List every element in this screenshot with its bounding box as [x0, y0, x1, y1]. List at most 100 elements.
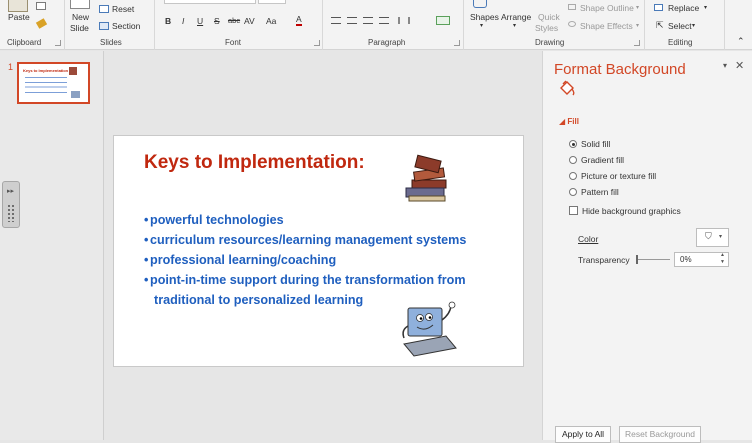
transparency-input[interactable]: 0% ▲ ▼: [674, 252, 729, 267]
checkbox-icon: [569, 206, 578, 215]
font-size-box[interactable]: [258, 0, 286, 4]
paragraph-launcher-icon[interactable]: [454, 40, 460, 46]
divider: [724, 0, 725, 50]
ribbon: Paste Clipboard New Slide Reset Section …: [0, 0, 752, 50]
apply-to-all-button[interactable]: Apply to All: [555, 426, 611, 443]
justify-icon[interactable]: [379, 17, 389, 24]
radio-selected-icon: [569, 140, 577, 148]
slide-bullet-3[interactable]: • professional learning/coaching: [144, 253, 336, 267]
section-icon: [99, 22, 109, 30]
arrange-button[interactable]: Arrange: [501, 12, 531, 22]
divider: [463, 0, 464, 50]
spin-up-icon[interactable]: ▲: [720, 252, 725, 258]
paste-button[interactable]: Paste: [8, 12, 30, 22]
align-left-icon[interactable]: [331, 17, 341, 24]
columns-icon[interactable]: [398, 17, 410, 24]
font-color-button[interactable]: A: [296, 15, 302, 26]
shapes-button[interactable]: Shapes: [470, 12, 499, 22]
slide-bullet-1[interactable]: • powerful technologies: [144, 213, 284, 227]
spin-down-icon[interactable]: ▼: [720, 259, 725, 265]
slide-thumbnail[interactable]: Keys to Implementation: [17, 62, 90, 104]
shapes-dropdown-icon[interactable]: ▾: [480, 22, 483, 29]
align-center-icon[interactable]: [347, 17, 357, 24]
quick-styles-label-1[interactable]: Quick: [538, 12, 560, 22]
slide-bullet-4-continuation[interactable]: traditional to personalized learning: [154, 293, 363, 307]
drawing-launcher-icon[interactable]: [634, 40, 640, 46]
reset-background-button[interactable]: Reset Background: [619, 426, 701, 443]
drawing-group-label: Drawing: [535, 38, 565, 47]
underline-button[interactable]: U: [197, 16, 203, 26]
replace-icon: [654, 4, 663, 11]
section-button[interactable]: Section: [112, 21, 140, 31]
grip-icon: [7, 204, 15, 222]
shape-effects-button[interactable]: Shape Effects: [580, 21, 633, 31]
color-dropdown-icon: ▾: [719, 234, 723, 240]
italic-button[interactable]: I: [182, 16, 184, 26]
new-slide-label-1[interactable]: New: [72, 12, 89, 22]
font-launcher-icon[interactable]: [314, 40, 320, 46]
change-case-button[interactable]: Aa: [266, 16, 276, 26]
pane-collapse-handle[interactable]: ▸▸: [2, 181, 20, 228]
transparency-label: Transparency: [578, 255, 630, 265]
solid-fill-label: Solid fill: [581, 139, 611, 149]
text-shadow-button[interactable]: abc: [228, 16, 240, 25]
quick-styles-label-2[interactable]: Styles: [535, 23, 558, 33]
shapes-icon[interactable]: [473, 0, 487, 8]
slide-bullet-4[interactable]: • point-in-time support during the transf…: [144, 273, 466, 287]
shape-outline-dropdown-icon[interactable]: ▾: [636, 4, 639, 11]
pattern-fill-radio[interactable]: Pattern fill: [569, 187, 619, 197]
laptop-mascot-clipart-icon[interactable]: [398, 300, 462, 358]
font-group-label: Font: [225, 38, 242, 47]
paragraph-group-label: Paragraph: [368, 38, 406, 47]
transparency-slider-handle[interactable]: [636, 255, 638, 264]
color-label: Color: [578, 234, 599, 244]
shape-effects-dropdown-icon[interactable]: ▾: [636, 22, 639, 29]
thumbnail-text-lines: [25, 77, 67, 93]
arrange-dropdown-icon[interactable]: ▾: [513, 22, 516, 29]
solid-fill-radio[interactable]: Solid fill: [569, 139, 610, 149]
collapse-ribbon-icon[interactable]: ⌃: [737, 36, 745, 47]
select-cursor-icon: ⇱: [656, 20, 664, 30]
hide-background-graphics-checkbox[interactable]: Hide background graphics: [569, 206, 681, 216]
slide[interactable]: Keys to Implementation: • powerful techno…: [113, 135, 524, 367]
picture-fill-radio[interactable]: Picture or texture fill: [569, 171, 656, 181]
clipboard-launcher-icon[interactable]: [55, 40, 61, 46]
bold-button[interactable]: B: [165, 16, 171, 26]
select-dropdown-icon[interactable]: ▾: [692, 22, 695, 29]
close-icon[interactable]: ✕: [735, 59, 744, 72]
align-right-icon[interactable]: [363, 17, 373, 24]
reset-button[interactable]: Reset: [112, 4, 134, 14]
font-name-box[interactable]: [164, 0, 256, 4]
slides-group-label: Slides: [100, 38, 122, 47]
new-slide-label-2[interactable]: Slide: [70, 23, 89, 33]
slide-title[interactable]: Keys to Implementation:: [144, 152, 365, 174]
slide-bullet-2[interactable]: • curriculum resources/learning managemen…: [144, 233, 466, 247]
radio-icon: [569, 156, 577, 164]
thumbnail-title: Keys to Implementation: [23, 68, 69, 73]
bullet-text: professional learning/coaching: [150, 253, 337, 267]
paste-icon[interactable]: [8, 0, 28, 12]
pane-options-dropdown-icon[interactable]: ▾: [723, 61, 727, 70]
fill-section-toggle[interactable]: ◢ Fill: [559, 117, 579, 126]
books-clipart-icon[interactable]: [400, 150, 452, 204]
hide-graphics-label: Hide background graphics: [582, 206, 681, 216]
copy-icon[interactable]: [36, 2, 46, 10]
new-slide-icon[interactable]: [70, 0, 90, 9]
radio-icon: [569, 188, 577, 196]
color-picker-button[interactable]: ⛉ ▾: [696, 228, 729, 247]
transparency-slider[interactable]: [636, 259, 670, 260]
bullet-text: point-in-time support during the transfo…: [150, 273, 466, 287]
char-spacing-button[interactable]: AV: [244, 16, 255, 26]
fill-bucket-icon[interactable]: [557, 80, 577, 98]
strikethrough-button[interactable]: S: [214, 16, 220, 26]
gradient-fill-radio[interactable]: Gradient fill: [569, 155, 624, 165]
format-painter-icon[interactable]: [35, 18, 48, 29]
shape-outline-button[interactable]: Shape Outline: [580, 3, 634, 13]
replace-button[interactable]: Replace: [668, 3, 699, 13]
divider: [154, 0, 155, 50]
expand-arrows-icon: ▸▸: [7, 188, 15, 195]
smartart-icon[interactable]: [436, 16, 450, 25]
select-button[interactable]: Select: [668, 21, 692, 31]
replace-dropdown-icon[interactable]: ▾: [704, 4, 707, 11]
divider: [64, 0, 65, 50]
